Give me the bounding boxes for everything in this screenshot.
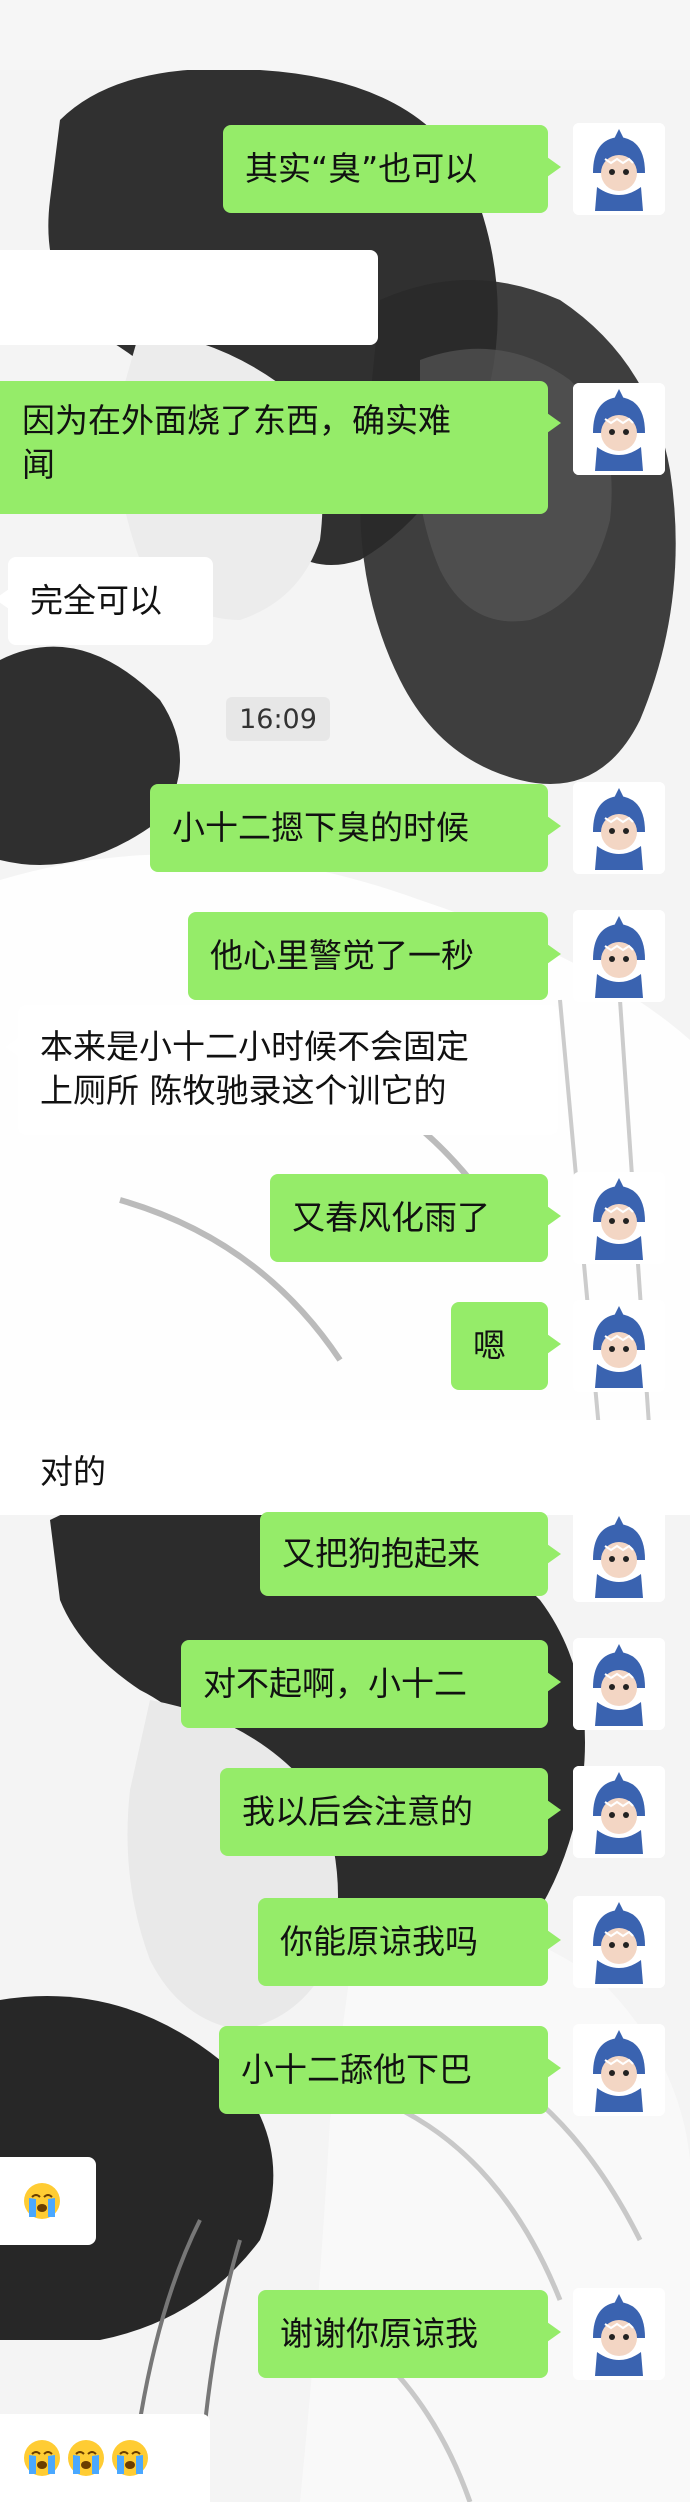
message-row: 你能原谅我吗 (0, 1894, 690, 1994)
message-bubble[interactable]: 他心里警觉了一秒 (188, 912, 561, 1000)
shark-avatar-icon (573, 1896, 665, 1988)
message-text: 完全可以 (30, 581, 162, 620)
message-bubble[interactable]: 完全可以 (0, 557, 213, 645)
avatar[interactable] (573, 383, 665, 475)
message-text-plain: 对的 (40, 1452, 106, 1491)
message-text: 小十二舔他下巴 (241, 2050, 472, 2089)
message-text: 又把狗抱起来 (282, 1534, 480, 1573)
emoji-message-bubble[interactable] (0, 2157, 96, 2245)
message-text: 谢谢你原谅我 (280, 2314, 478, 2353)
message-row: 其实“臭”也可以 (0, 118, 690, 218)
avatar[interactable] (573, 1172, 665, 1264)
message-row: 嗯 (0, 1298, 690, 1398)
message-bubble[interactable]: 对不起啊，小十二 (181, 1640, 561, 1728)
shark-avatar-icon (573, 123, 665, 215)
message-text: 我以后会注意的 (242, 1792, 473, 1831)
shark-avatar-icon (573, 1510, 665, 1602)
shark-avatar-icon (573, 782, 665, 874)
avatar[interactable] (573, 910, 665, 1002)
message-text-line: 本来是小十二小时候不会固定 (40, 1027, 469, 1066)
message-bubble[interactable]: 又把狗抱起来 (260, 1512, 561, 1596)
avatar[interactable] (573, 1766, 665, 1858)
message-row: 我以后会注意的 (0, 1764, 690, 1864)
message-bubble[interactable]: 因为在外面烧了东西，确实难 闻 (0, 381, 561, 514)
message-text-line: 因为在外面烧了东西，确实难 (22, 401, 451, 440)
message-bubble[interactable]: 我以后会注意的 (220, 1768, 561, 1856)
shark-avatar-icon (573, 1766, 665, 1858)
message-text: 对不起啊，小十二 (203, 1664, 467, 1703)
shark-avatar-icon (573, 910, 665, 1002)
avatar[interactable] (573, 1896, 665, 1988)
message-row: 他心里警觉了一秒 (0, 908, 690, 1008)
message-row: 谢谢你原谅我 (0, 2286, 690, 2386)
shark-avatar-icon (573, 2024, 665, 2116)
message-bubble[interactable]: 其实“臭”也可以 (223, 125, 561, 213)
message-text: 他心里警觉了一秒 (210, 936, 474, 975)
avatar[interactable] (573, 123, 665, 215)
message-bubble[interactable]: 嗯 (451, 1302, 561, 1390)
message-row: 小十二摁下臭的时候 (0, 780, 690, 880)
message-text: 本来是小十二小时候不会固定 上厕所 陈牧驰录这个训它的 (40, 1025, 469, 1113)
loudly-crying-face-icon (22, 2438, 62, 2478)
shark-avatar-icon (573, 1638, 665, 1730)
message-text: 其实“臭”也可以 (245, 149, 478, 188)
loudly-crying-face-icon (110, 2438, 150, 2478)
message-bubble-blank (0, 250, 378, 345)
message-bubble[interactable]: 谢谢你原谅我 (258, 2290, 561, 2378)
message-text: 小十二摁下臭的时候 (172, 808, 469, 847)
avatar[interactable] (573, 2288, 665, 2380)
message-row: 又春风化雨了 (0, 1170, 690, 1270)
message-text: 又春风化雨了 (292, 1198, 490, 1237)
message-text: 因为在外面烧了东西，确实难 闻 (22, 399, 451, 487)
message-bubble[interactable]: 你能原谅我吗 (258, 1898, 561, 1986)
message-text-line: 上厕所 陈牧驰录这个训它的 (40, 1071, 447, 1110)
message-text: 嗯 (473, 1326, 506, 1365)
avatar[interactable] (573, 1638, 665, 1730)
message-row: 又把狗抱起来 (0, 1508, 690, 1608)
avatar[interactable] (573, 1510, 665, 1602)
message-text: 你能原谅我吗 (280, 1922, 478, 1961)
avatar[interactable] (573, 782, 665, 874)
message-bubble[interactable]: 本来是小十二小时候不会固定 上厕所 陈牧驰录这个训它的 (5, 1005, 558, 1135)
message-row: 对不起啊，小十二 (0, 1636, 690, 1736)
shark-avatar-icon (573, 2288, 665, 2380)
message-bubble[interactable]: 小十二舔他下巴 (219, 2026, 561, 2114)
avatar[interactable] (573, 1300, 665, 1392)
shark-avatar-icon (573, 1172, 665, 1264)
shark-avatar-icon (573, 383, 665, 475)
emoji-message-bubble[interactable] (0, 2414, 210, 2502)
shark-avatar-icon (573, 1300, 665, 1392)
message-row: 因为在外面烧了东西，确实难 闻 (0, 378, 690, 518)
message-row: 小十二舔他下巴 (0, 2022, 690, 2122)
timestamp: 16:09 (226, 697, 330, 741)
loudly-crying-face-icon (66, 2438, 106, 2478)
message-text-line: 闻 (22, 445, 55, 484)
message-bubble[interactable]: 小十二摁下臭的时候 (150, 784, 561, 872)
avatar[interactable] (573, 2024, 665, 2116)
message-bubble[interactable]: 又春风化雨了 (270, 1174, 561, 1262)
loudly-crying-face-icon (22, 2181, 62, 2221)
